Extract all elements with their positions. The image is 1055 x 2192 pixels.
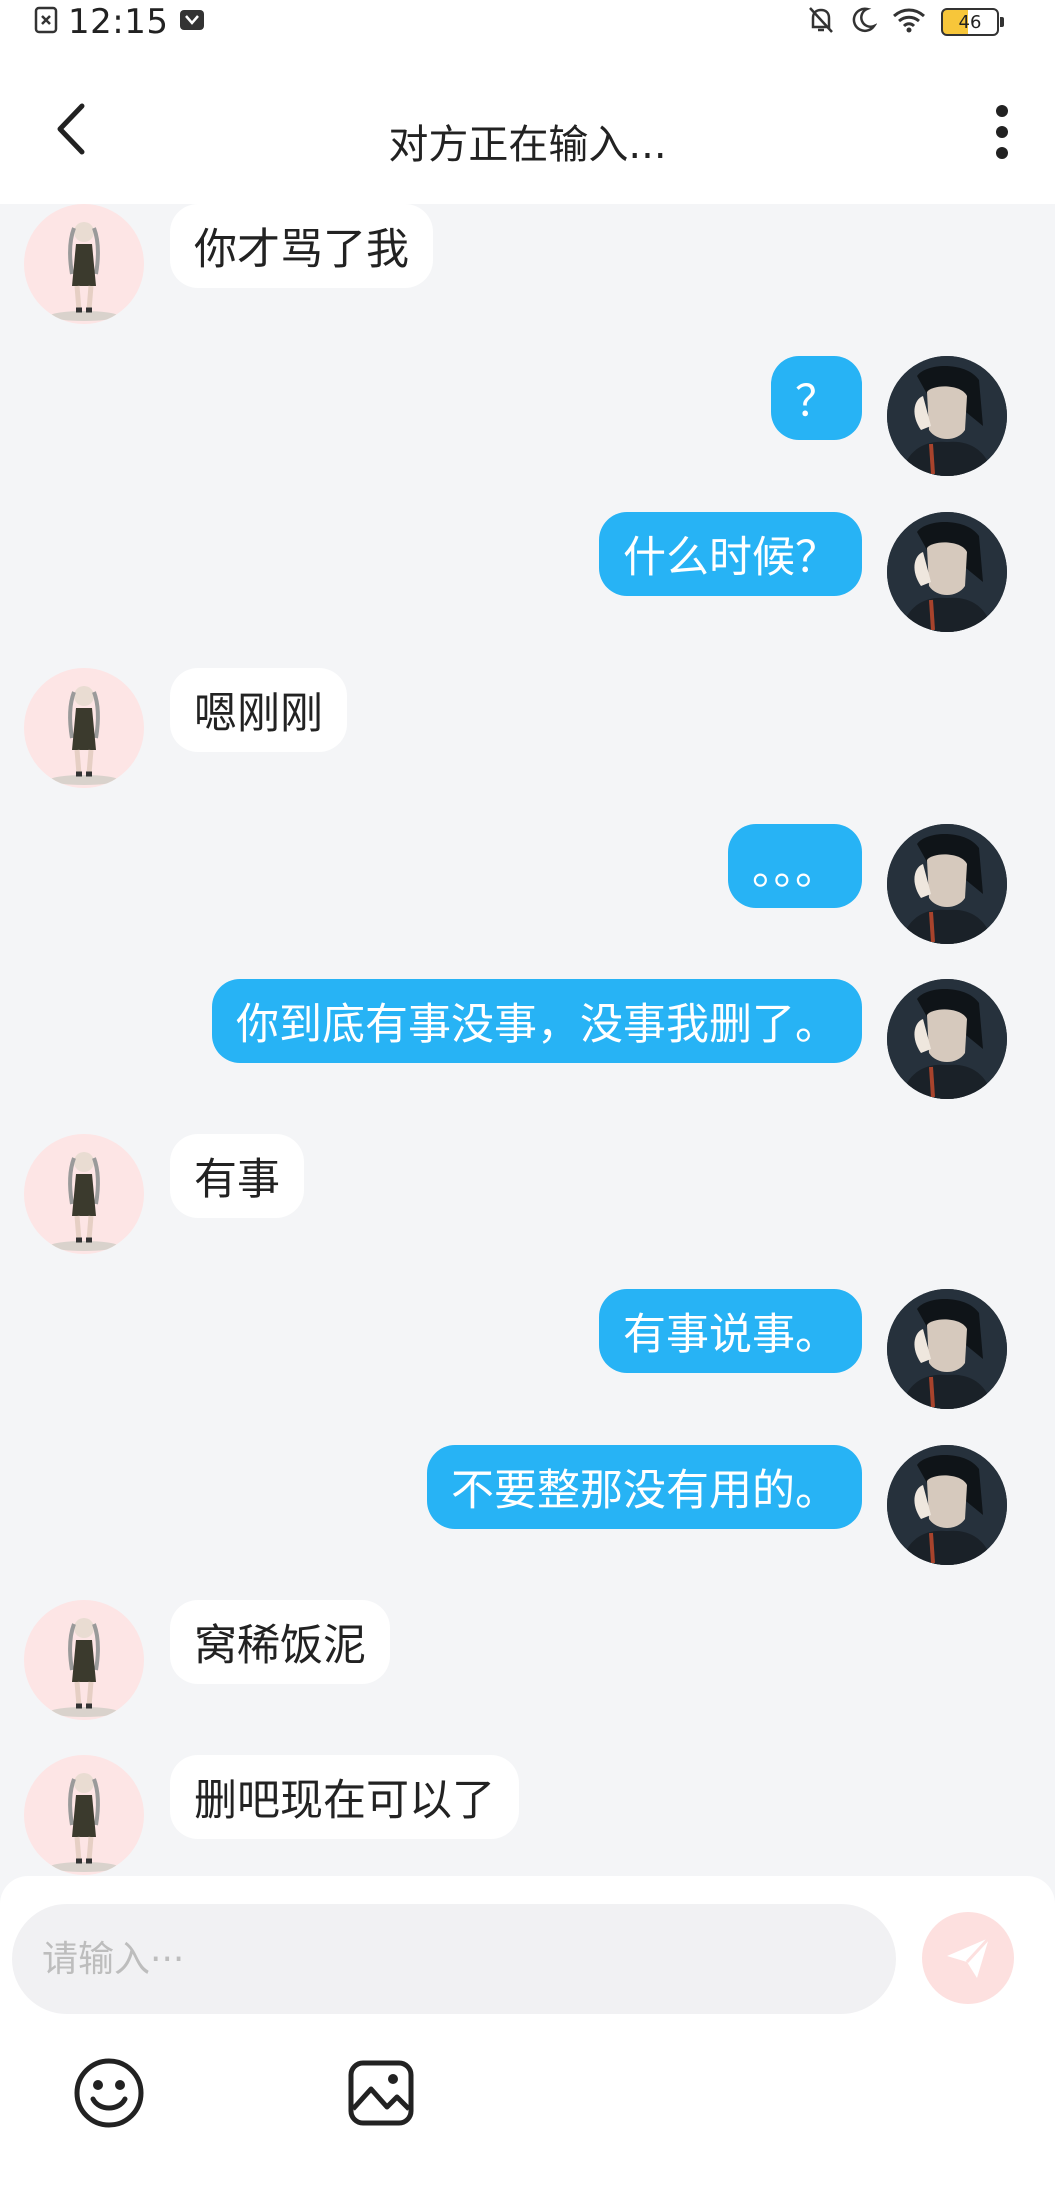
composer	[0, 1876, 1055, 2192]
message-bubble-sent[interactable]: 有事说事。	[599, 1289, 862, 1373]
wifi-icon	[891, 6, 927, 38]
contact-avatar[interactable]	[24, 1134, 144, 1254]
my-avatar[interactable]	[887, 512, 1007, 632]
status-time: 12:15	[68, 2, 169, 42]
message-bubble-sent[interactable]: 不要整那没有用的。	[427, 1445, 862, 1529]
send-button[interactable]	[922, 1912, 1014, 2004]
message-bubble-received[interactable]: 嗯刚刚	[170, 668, 347, 752]
message-bubble-sent[interactable]: 你到底有事没事，没事我删了。	[212, 979, 862, 1063]
message-bubble-received[interactable]: 你才骂了我	[170, 204, 433, 288]
message-list[interactable]: 你才骂了我 ？ 什么时候？ 嗯刚刚 。。。 你到底有事没事，没事我删了。 有事 …	[0, 204, 1055, 1876]
paper-plane-icon	[947, 1936, 991, 1978]
message-bubble-sent[interactable]: ？	[771, 356, 862, 440]
contact-avatar[interactable]	[24, 204, 144, 324]
message-bubble-sent[interactable]: 什么时候？	[599, 512, 862, 596]
silent-bell-icon	[807, 5, 835, 39]
contact-avatar[interactable]	[24, 668, 144, 788]
sim-error-icon	[34, 6, 58, 38]
moon-icon	[849, 6, 878, 38]
battery-indicator: 46	[941, 8, 1004, 36]
my-avatar[interactable]	[887, 1445, 1007, 1565]
message-input[interactable]	[12, 1904, 896, 2014]
smiley-icon	[74, 2058, 144, 2128]
status-bar: 12:15 46	[0, 0, 1055, 44]
message-bubble-received[interactable]: 删吧现在可以了	[170, 1755, 519, 1839]
app-notification-icon	[178, 6, 206, 38]
more-vertical-icon	[996, 105, 1008, 159]
chat-header: 对方正在输入...	[0, 44, 1055, 204]
contact-avatar[interactable]	[24, 1755, 144, 1875]
message-bubble-sent[interactable]: 。。。	[728, 824, 862, 908]
message-bubble-received[interactable]: 窝稀饭泥	[170, 1600, 390, 1684]
message-bubble-received[interactable]: 有事	[170, 1134, 304, 1218]
my-avatar[interactable]	[887, 979, 1007, 1099]
battery-level: 46	[958, 11, 982, 33]
contact-avatar[interactable]	[24, 1600, 144, 1720]
emoji-button[interactable]	[72, 2056, 146, 2130]
chat-screen: 12:15 46 对方正在输入... 你才骂了我 ？ 什么时候？ 嗯刚刚 。。。…	[0, 0, 1055, 2192]
my-avatar[interactable]	[887, 824, 1007, 944]
image-button[interactable]	[344, 2056, 418, 2130]
image-icon	[348, 2060, 414, 2126]
my-avatar[interactable]	[887, 1289, 1007, 1409]
more-options-button[interactable]	[977, 102, 1027, 162]
page-title: 对方正在输入...	[388, 122, 667, 168]
my-avatar[interactable]	[887, 356, 1007, 476]
